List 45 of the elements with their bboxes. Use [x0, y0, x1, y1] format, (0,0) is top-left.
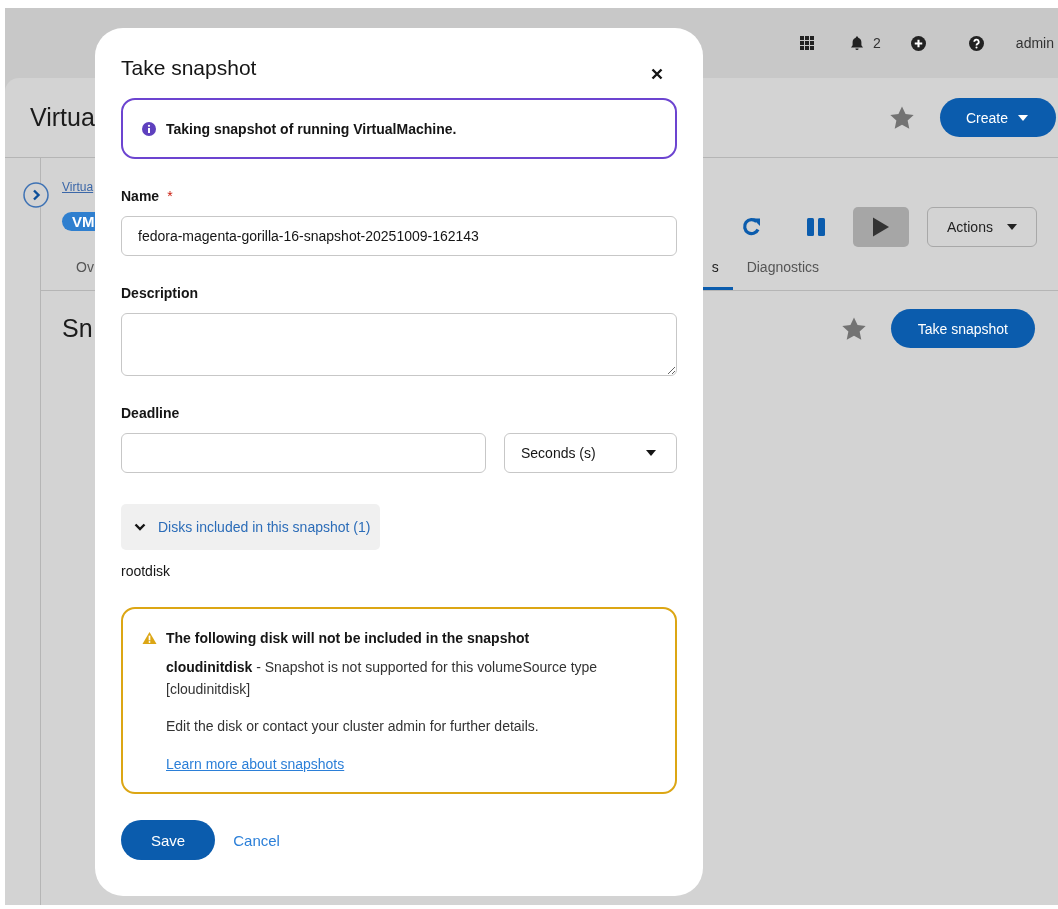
actions-dropdown[interactable]: Actions: [927, 207, 1037, 247]
caret-icon: [1006, 224, 1017, 230]
take-snapshot-button[interactable]: Take snapshot: [890, 309, 1035, 348]
warning-note: Edit the disk or contact your cluster admin for further details.: [166, 718, 539, 734]
expand-nav-icon[interactable]: [23, 182, 49, 208]
deadline-label: Deadline: [121, 405, 180, 422]
disks-toggle[interactable]: Disks included in this snapshot (1): [121, 504, 381, 550]
restart-icon[interactable]: [741, 216, 763, 238]
play-button[interactable]: [853, 207, 909, 247]
help-icon[interactable]: [968, 35, 984, 51]
play-icon: [872, 217, 890, 237]
plus-circle-icon[interactable]: [910, 35, 926, 51]
app-grid-icon[interactable]: [800, 36, 815, 50]
unit-select[interactable]: Seconds (s): [504, 433, 677, 473]
caret-icon: [646, 450, 656, 456]
modal-title: Take snapshot: [121, 56, 257, 80]
star-icon[interactable]: [840, 316, 867, 341]
page-title: Virtua: [30, 103, 95, 132]
close-icon[interactable]: [651, 68, 663, 80]
breadcrumb-link[interactable]: Virtua: [62, 180, 94, 194]
caret-icon: [1018, 114, 1028, 121]
pause-icon[interactable]: [806, 217, 826, 237]
save-button[interactable]: Save: [121, 820, 216, 860]
info-alert-text: Taking snapshot of running VirtualMachine.: [166, 120, 457, 137]
create-button[interactable]: Create: [939, 98, 1056, 137]
star-icon[interactable]: [888, 105, 915, 130]
description-field[interactable]: [121, 313, 677, 376]
chevron-icon: [134, 521, 146, 533]
learn-more-link[interactable]: Learn more about snapshots: [166, 756, 345, 772]
tab[interactable]: Diagnostics: [732, 248, 833, 290]
required-mark: *: [167, 188, 173, 205]
description-label: Description: [121, 285, 198, 302]
bell-icon[interactable]: [850, 35, 865, 51]
cancel-button[interactable]: Cancel: [233, 831, 280, 849]
user-menu[interactable]: admin: [1015, 35, 1054, 51]
disk-name: rootdisk: [121, 563, 171, 579]
warning-icon: [142, 631, 157, 645]
name-field[interactable]: fedora-magenta-gorilla-16-snapshot-20251009-162143: [121, 216, 677, 256]
deadline-field[interactable]: [121, 433, 486, 473]
warning-title: The following disk will not be included in the snapshot: [166, 630, 530, 646]
notification-count: 2: [873, 35, 881, 51]
warning-detail: cloudinitdisk - Snapshot is not supported for this volumeSource type [cloudinitdisk]: [166, 658, 599, 699]
name-label: Name: [121, 188, 160, 205]
info-icon: [142, 121, 156, 136]
section-title: Sn: [62, 314, 93, 343]
